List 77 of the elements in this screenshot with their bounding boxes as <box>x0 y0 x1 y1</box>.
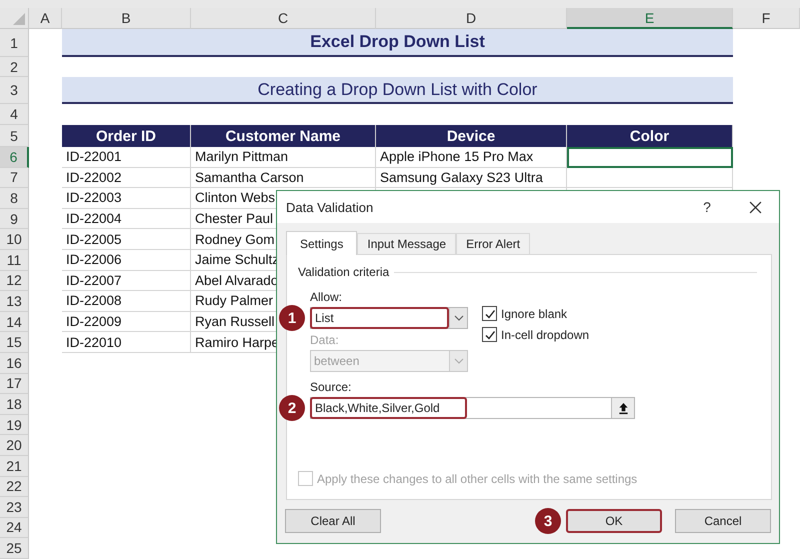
column-header[interactable]: B <box>62 8 191 29</box>
column-header[interactable]: C <box>191 8 376 29</box>
row-header[interactable]: 20 <box>0 435 29 456</box>
dropdown-field[interactable]: List <box>310 307 468 329</box>
row-header[interactable]: 4 <box>0 104 29 125</box>
table-cell: ID-22010 <box>62 332 191 353</box>
row-header[interactable]: 5 <box>0 125 29 147</box>
row-header[interactable]: 24 <box>0 518 29 538</box>
caret-icon <box>454 315 464 321</box>
row-header[interactable]: 12 <box>0 270 29 292</box>
row-header[interactable]: 21 <box>0 456 29 476</box>
row-header[interactable]: 8 <box>0 188 29 209</box>
table-cell: ID-22002 <box>62 168 191 188</box>
column-heading: Color <box>567 125 733 147</box>
row-header[interactable]: 19 <box>0 414 29 436</box>
dialog-button[interactable]: OK <box>566 509 662 533</box>
row-header[interactable]: 14 <box>0 312 29 332</box>
column-header[interactable]: D <box>376 8 567 29</box>
row-header[interactable]: 17 <box>0 374 29 394</box>
dialog-button[interactable]: Cancel <box>675 509 771 533</box>
field-label: Source: <box>310 380 352 394</box>
row-header[interactable]: 23 <box>0 497 29 518</box>
column-heading: Device <box>376 125 567 147</box>
field-label: Data: <box>310 333 340 347</box>
row-header[interactable]: 13 <box>0 291 29 312</box>
column-header[interactable]: E <box>567 8 733 29</box>
dialog-button[interactable]: Clear All <box>285 509 381 533</box>
table-cell: Samsung Galaxy S23 Ultra <box>376 168 567 188</box>
row-header[interactable]: 1 <box>0 29 29 57</box>
help-button[interactable]: ? <box>697 199 717 215</box>
row-header[interactable]: 16 <box>0 352 29 374</box>
sheet-subtitle: Creating a Drop Down List with Color <box>62 77 733 104</box>
row-header[interactable]: 9 <box>0 208 29 230</box>
checkbox[interactable] <box>482 327 497 342</box>
table-cell: ID-22001 <box>62 147 191 168</box>
step-badge: 2 <box>279 395 305 421</box>
row-header[interactable]: 2 <box>0 57 29 77</box>
row-header[interactable]: 15 <box>0 332 29 353</box>
table-cell: ID-22008 <box>62 291 191 312</box>
upload-arrow-icon <box>618 402 628 414</box>
table-cell[interactable] <box>567 168 733 188</box>
selected-cell[interactable] <box>567 147 733 168</box>
table-cell: Marilyn Pittman <box>191 147 376 168</box>
checkbox-label: Ignore blank <box>501 306 568 320</box>
table-cell: ID-22007 <box>62 270 191 292</box>
row-header[interactable]: 18 <box>0 394 29 415</box>
tab[interactable]: Error Alert <box>456 233 530 254</box>
collapse-button[interactable] <box>611 398 634 418</box>
row-header[interactable]: 7 <box>0 168 29 188</box>
step-badge: 1 <box>279 305 305 331</box>
table-cell: ID-22006 <box>62 250 191 271</box>
row-header[interactable]: 25 <box>0 538 29 559</box>
sheet-title: Excel Drop Down List <box>62 29 733 57</box>
column-heading: Order ID <box>62 125 191 147</box>
row-header[interactable]: 3 <box>0 77 29 104</box>
field-label: Allow: <box>310 290 344 304</box>
row-header[interactable]: 22 <box>0 476 29 498</box>
checkbox-label: Apply these changes to all other cells with the same settings <box>317 472 638 486</box>
column-heading: Customer Name <box>191 125 376 147</box>
table-cell: Apple iPhone 15 Pro Max <box>376 147 567 168</box>
row-header[interactable]: 6 <box>0 147 29 168</box>
column-header[interactable]: A <box>29 8 62 29</box>
caret-icon <box>454 358 464 364</box>
source-field[interactable]: Black,White,Silver,Gold <box>310 397 635 419</box>
step-badge: 3 <box>535 508 561 534</box>
checkbox-label: In-cell dropdown <box>501 328 590 342</box>
column-header[interactable]: F <box>733 8 800 29</box>
checkbox[interactable] <box>482 306 497 321</box>
row-header[interactable]: 11 <box>0 250 29 271</box>
row-header[interactable]: 10 <box>0 229 29 250</box>
tab[interactable]: Settings <box>286 231 358 255</box>
table-cell: ID-22009 <box>62 312 191 332</box>
table-cell: ID-22005 <box>62 229 191 250</box>
tab[interactable]: Input Message <box>357 233 456 254</box>
table-cell: ID-22003 <box>62 188 191 209</box>
table-cell: ID-22004 <box>62 208 191 230</box>
table-cell: Samantha Carson <box>191 168 376 188</box>
